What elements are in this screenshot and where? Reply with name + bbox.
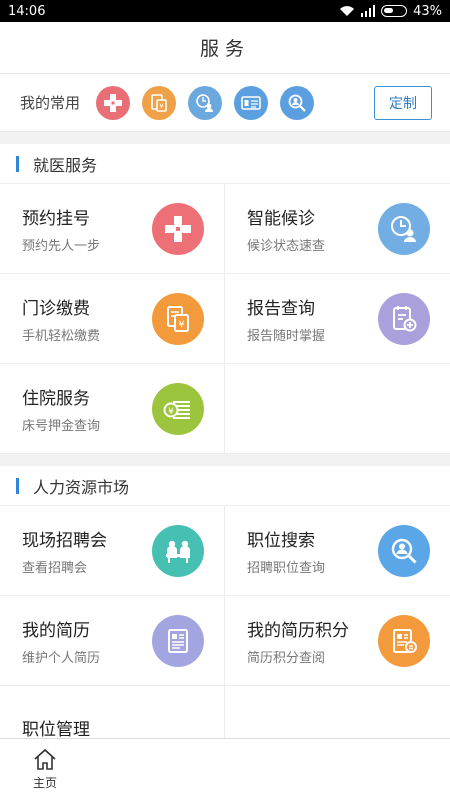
service-subtitle: 招聘职位查询 xyxy=(247,560,326,576)
id-card-icon[interactable] xyxy=(234,85,269,120)
section-gap xyxy=(0,132,450,144)
page-title: 服务 xyxy=(0,22,450,74)
status-icons: 43% xyxy=(339,4,442,19)
service-title: 职位搜索 xyxy=(247,530,315,551)
service-outpatient-payment[interactable]: 门诊缴费手机轻松缴费 ¥ xyxy=(0,274,225,364)
resume-points-icon xyxy=(378,614,430,667)
tab-home[interactable]: 主页 xyxy=(0,748,90,791)
tab-home-label: 主页 xyxy=(32,776,57,790)
service-inpatient[interactable]: 住院服务床号押金查询 ¥ xyxy=(0,364,225,454)
battery-icon xyxy=(381,5,408,17)
money-stack-icon: ¥ xyxy=(152,382,204,435)
resume-icon xyxy=(152,614,204,667)
service-subtitle: 手机轻松缴费 xyxy=(22,328,101,344)
service-subtitle: 预约先人一步 xyxy=(22,238,101,254)
status-bar: 14:06 43% xyxy=(0,0,450,22)
hr-services-grid: 现场招聘会查看招聘会 职位搜索招聘职位查询 我的简历维护个人简历 我的简历积分简… xyxy=(0,506,450,776)
section-title: 人力资源市场 xyxy=(33,477,130,497)
medical-services-grid: 预约挂号 预约先人一步 智能候诊 候诊状态速查 门诊缴费 手机轻松缴费 ¥ 报告查询报… xyxy=(0,184,450,454)
service-subtitle: 维护个人简历 xyxy=(22,650,101,666)
status-time: 14:06 xyxy=(8,3,46,19)
service-title: 我的简历积分 xyxy=(247,620,349,641)
customize-button[interactable]: 定制 xyxy=(374,85,432,120)
service-job-fair[interactable]: 现场招聘会查看招聘会 xyxy=(0,506,225,596)
service-my-resume[interactable]: 我的简历维护个人简历 xyxy=(0,596,225,686)
section-header-hr: 人力资源市场 xyxy=(0,466,450,506)
section-accent-bar xyxy=(16,477,19,494)
service-title: 住院服务 xyxy=(22,388,90,409)
job-fair-icon xyxy=(152,524,204,577)
battery-level: 43% xyxy=(413,3,442,19)
section-gap xyxy=(0,454,450,466)
empty-cell xyxy=(225,364,450,454)
hospital-cross-icon xyxy=(152,202,204,255)
bottom-tab-bar: 主页 xyxy=(0,738,450,800)
service-subtitle: 查看招聘会 xyxy=(22,560,88,576)
section-title: 就医服务 xyxy=(33,155,98,175)
wifi-icon xyxy=(340,6,355,16)
hospital-cross-icon[interactable] xyxy=(96,85,131,120)
service-report-query[interactable]: 报告查询报告随时掌握 xyxy=(225,274,450,364)
service-subtitle: 床号押金查询 xyxy=(22,418,101,434)
report-check-icon xyxy=(378,292,430,345)
signal-icon xyxy=(361,5,376,17)
service-appointment[interactable]: 预约挂号预约先人一步 xyxy=(0,184,225,274)
section-header-medical: 就医服务 xyxy=(0,144,450,184)
service-subtitle: 报告随时掌握 xyxy=(247,328,326,344)
service-title: 现场招聘会 xyxy=(22,530,107,551)
service-title: 我的简历 xyxy=(22,620,90,641)
svg-text:¥: ¥ xyxy=(159,102,164,110)
search-person-icon xyxy=(378,524,430,577)
service-title: 门诊缴费 xyxy=(22,298,90,319)
payment-doc-icon: ¥ xyxy=(152,292,204,345)
svg-text:¥: ¥ xyxy=(168,407,174,417)
service-subtitle: 简历积分查阅 xyxy=(247,650,326,666)
favorites-icons: ¥ xyxy=(96,85,374,120)
service-title: 职位管理 xyxy=(22,720,90,740)
favorites-bar: 我的常用 ¥ 定制 xyxy=(0,74,450,132)
queue-clock-icon[interactable] xyxy=(188,85,223,120)
service-title: 预约挂号 xyxy=(22,208,90,229)
service-resume-points[interactable]: 我的简历积分简历积分查阅 xyxy=(225,596,450,686)
service-subtitle: 候诊状态速查 xyxy=(247,238,326,254)
service-job-search[interactable]: 职位搜索招聘职位查询 xyxy=(225,506,450,596)
svg-text:¥: ¥ xyxy=(178,319,184,330)
payment-doc-icon[interactable]: ¥ xyxy=(142,85,177,120)
service-smart-queue[interactable]: 智能候诊候诊状态速查 xyxy=(225,184,450,274)
service-title: 报告查询 xyxy=(247,298,315,319)
section-accent-bar xyxy=(16,155,19,172)
home-icon xyxy=(34,748,56,770)
service-title: 智能候诊 xyxy=(247,208,315,229)
search-person-icon[interactable] xyxy=(280,85,315,120)
queue-clock-icon xyxy=(378,202,430,255)
favorites-label: 我的常用 xyxy=(20,94,81,112)
